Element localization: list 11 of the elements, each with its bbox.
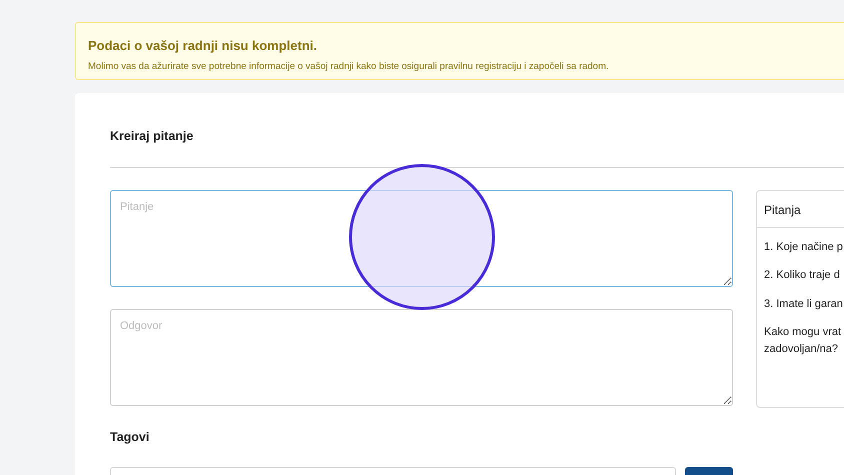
question-item[interactable]: 1. Koje načine p [764, 238, 844, 256]
panel-title: Pitanja [757, 190, 844, 228]
tags-label: Tagovi [110, 428, 150, 446]
question-item[interactable]: Kako mogu vrat zadovoljan/na? [764, 324, 844, 358]
text-area-field[interactable]: Odgovor [110, 308, 733, 406]
text-area-field[interactable]: Pitanje [110, 190, 733, 287]
question-item[interactable]: 2. Koliko traje d [764, 267, 844, 284]
alert-title: Podaci o vašoj radnji nisu kompletni. [88, 37, 318, 55]
question-item[interactable]: 3. Imate li garan [764, 296, 844, 312]
alert-message: Molimo vas da ažurirate sve potrebne informacije o vašoj radnji kako biste osigurali pravilnu registraciju i započeli sa radom. [88, 60, 610, 74]
form-title: Kreiraj pitanje [110, 128, 194, 145]
